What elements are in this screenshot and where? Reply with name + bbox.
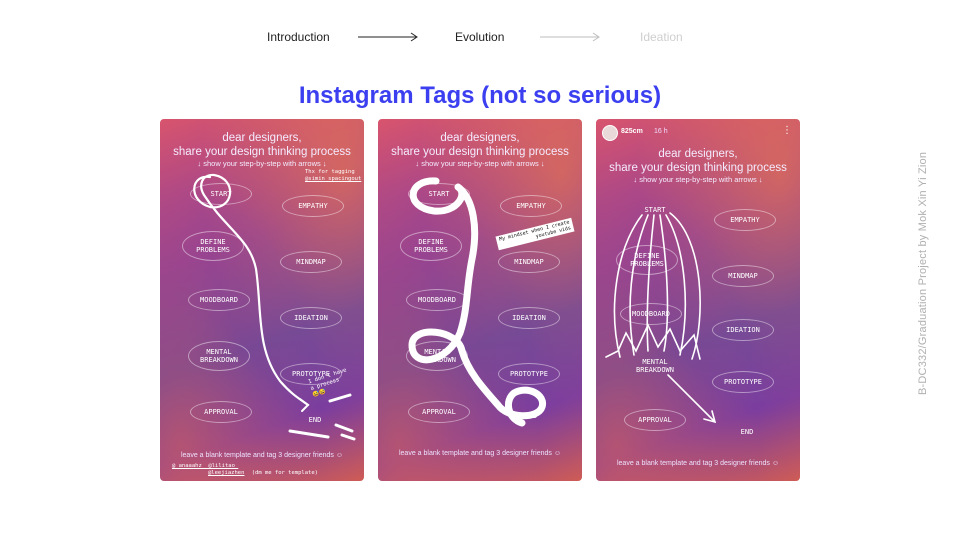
template-footer: leave a blank template and tag 3 designe… xyxy=(398,450,562,457)
hand-drawn-path xyxy=(408,177,546,427)
hand-drawn-path xyxy=(193,173,356,441)
mention-note: (dm me for template) xyxy=(251,470,318,476)
arrow-right-icon xyxy=(540,32,600,42)
instagram-story-card-3: 825cm 16 h ⋮ dear designers, share your … xyxy=(596,119,800,481)
nav-item-introduction[interactable]: Introduction xyxy=(267,30,330,44)
template-footer: leave a blank template and tag 3 designe… xyxy=(180,452,344,459)
section-nav: Introduction Evolution Ideation xyxy=(0,30,960,46)
instagram-story-card-1: dear designers, share your design thinki… xyxy=(160,119,364,481)
page-title: Instagram Tags (not so serious) xyxy=(298,82,662,109)
nav-item-evolution[interactable]: Evolution xyxy=(455,30,504,44)
mention-link[interactable]: @_anaaahz_ @lilitao_ xyxy=(172,463,318,470)
arrow-right-icon xyxy=(358,32,418,42)
mention-link[interactable]: @leejiazhen xyxy=(208,470,244,476)
mention-row: @leejiazhen (dm me for template) xyxy=(172,470,318,477)
nav-item-ideation[interactable]: Ideation xyxy=(640,30,683,44)
side-caption: B-DC332/Graduation Project by Mok Xin Yi… xyxy=(917,151,929,395)
template-footer: leave a blank template and tag 3 designe… xyxy=(616,460,780,467)
hand-drawn-arrows xyxy=(605,212,717,424)
mentions: @_anaaahz_ @lilitao_ @leejiazhen (dm me … xyxy=(172,463,318,477)
instagram-story-card-2: dear designers, share your design thinki… xyxy=(378,119,582,481)
